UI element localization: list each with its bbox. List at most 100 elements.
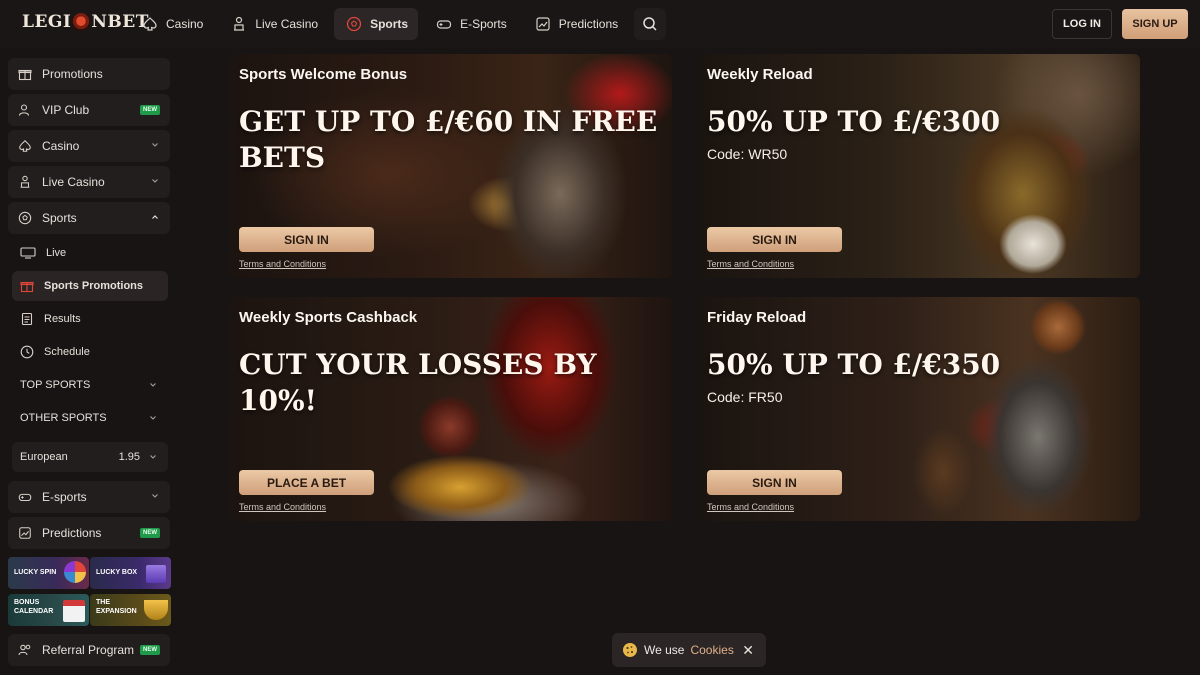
sidebar-item-label: Casino — [42, 139, 80, 153]
chart-icon — [19, 527, 31, 539]
new-badge: NEW — [140, 105, 160, 115]
promo-card-weekly-reload[interactable]: Weekly Reload 50% UP TO £/€300 Code: WR5… — [698, 54, 1140, 278]
terms-link[interactable]: Terms and Conditions — [707, 502, 794, 512]
sidebar-sub-label: Sports Promotions — [44, 280, 144, 292]
nav-live-casino-label: Live Casino — [255, 17, 319, 31]
spade-icon — [143, 17, 157, 31]
spade-icon — [19, 140, 31, 152]
sidebar-sub-label: Schedule — [44, 346, 90, 358]
dealer-icon — [20, 175, 30, 188]
nav-sports-label: Sports — [370, 17, 409, 31]
place-a-bet-button[interactable]: PLACE A BET — [239, 470, 374, 495]
sidebar-item-vip-club[interactable]: VIP Club NEW — [8, 94, 170, 126]
promo-card-headline: CUT YOUR LOSSES BY 10%! — [239, 348, 597, 417]
sidebar-item-label: Referral Program — [42, 643, 135, 657]
promo-code: Code: FR50 — [707, 389, 783, 405]
sidebar-item-esports[interactable]: E-sports — [8, 481, 170, 513]
sidebar-sub-schedule[interactable]: Schedule — [12, 337, 168, 367]
cookies-link[interactable]: Cookies — [690, 643, 733, 657]
sidebar-sub-label: Results — [44, 313, 81, 325]
sidebar-sub-live[interactable]: Live — [12, 238, 168, 268]
chevron-down-icon — [150, 383, 156, 387]
close-icon[interactable]: ✕ — [742, 642, 754, 659]
cookie-text: We use — [644, 643, 685, 657]
odds-format-label: European — [20, 451, 68, 463]
promo-card-weekly-sports-cashback[interactable]: Weekly Sports Cashback CUT YOUR LOSSES B… — [230, 297, 672, 521]
sidebar-item-promotions[interactable]: Promotions — [8, 58, 170, 90]
sidebar-item-label: Promotions — [42, 67, 103, 81]
the-expansion-tile[interactable]: THE EXPANSION — [90, 594, 171, 626]
terms-link[interactable]: Terms and Conditions — [707, 259, 794, 269]
chevron-down-icon — [152, 143, 158, 147]
search-button[interactable] — [634, 8, 667, 40]
sidebar-top-sports[interactable]: TOP SPORTS — [12, 370, 168, 400]
sidebar-item-sports[interactable]: Sports — [8, 202, 170, 234]
search-icon — [643, 17, 657, 31]
sidebar-item-casino[interactable]: Casino — [8, 130, 170, 162]
lucky-spin-tile[interactable]: LUCKY SPIN — [8, 557, 89, 589]
signup-button[interactable]: SIGN UP — [1122, 9, 1188, 39]
nav-esports-label: E-Sports — [460, 17, 507, 31]
promo-card-sports-welcome-bonus[interactable]: Sports Welcome Bonus GET UP TO £/€60 IN … — [230, 54, 672, 278]
sidebar-item-predictions[interactable]: Predictions NEW — [8, 517, 170, 549]
sidebar-item-label: Sports — [42, 211, 77, 225]
promo-card-headline: 50% UP TO £/€300 — [707, 105, 1001, 138]
sidebar-sub-label: Live — [46, 247, 67, 259]
login-button[interactable]: LOG IN — [1052, 9, 1112, 39]
promo-card-title: Sports Welcome Bonus — [239, 66, 408, 83]
live-tv-icon — [20, 247, 36, 259]
sign-in-button[interactable]: SIGN IN — [707, 470, 842, 495]
nav-sports[interactable]: Sports — [334, 8, 419, 40]
cookie-banner: We use Cookies ✕ — [612, 633, 766, 667]
sidebar-other-sports[interactable]: OTHER SPORTS — [12, 403, 168, 433]
logo-emblem-icon — [72, 13, 91, 31]
sidebar-sub-results[interactable]: Results — [12, 304, 168, 334]
new-badge: NEW — [140, 645, 160, 655]
sign-in-button[interactable]: SIGN IN — [239, 227, 374, 252]
sidebar-item-live-casino[interactable]: Live Casino — [8, 166, 170, 198]
users-icon — [18, 644, 31, 656]
chevron-down-icon — [150, 416, 156, 420]
promo-card-headline: 50% UP TO £/€350 — [707, 348, 1001, 381]
chevron-down-icon — [152, 179, 158, 183]
sidebar: Promotions VIP Club NEW Casino Live Casi… — [0, 48, 180, 675]
user-star-icon — [18, 104, 30, 116]
sidebar-item-label: Predictions — [42, 526, 102, 540]
chevron-up-icon — [152, 215, 158, 219]
promo-card-title: Weekly Reload — [707, 66, 813, 83]
chart-icon — [536, 17, 550, 31]
terms-link[interactable]: Terms and Conditions — [239, 259, 326, 269]
promo-code: Code: WR50 — [707, 146, 788, 162]
terms-link[interactable]: Terms and Conditions — [239, 502, 326, 512]
gift-box-icon — [146, 565, 166, 583]
nav-casino[interactable]: Casino — [130, 8, 213, 40]
promo-card-title: Weekly Sports Cashback — [239, 309, 418, 326]
sidebar-other-sports-label: OTHER SPORTS — [20, 412, 107, 424]
soccer-ball-icon — [18, 211, 32, 225]
gift-icon — [18, 69, 32, 81]
sidebar-sub-sports-promotions[interactable]: Sports Promotions — [12, 271, 168, 301]
soccer-ball-icon — [346, 16, 362, 32]
sign-in-button[interactable]: SIGN IN — [707, 227, 842, 252]
promo-card-title: Friday Reload — [707, 309, 807, 326]
lucky-box-tile[interactable]: LUCKY BOX — [90, 557, 171, 589]
bonus-calendar-tile[interactable]: BONUS CALENDAR — [8, 594, 89, 626]
cookie-icon — [623, 643, 637, 657]
calendar-icon — [63, 600, 85, 622]
clipboard-icon — [21, 312, 33, 326]
sidebar-top-sports-label: TOP SPORTS — [20, 379, 91, 391]
nav-casino-label: Casino — [166, 17, 204, 31]
top-header: LEGI NBET Casino Live Casino Sports E-Sp… — [0, 0, 1200, 48]
main-nav: Casino Live Casino Sports E-Sports Predi… — [130, 8, 667, 40]
promo-card-friday-reload[interactable]: Friday Reload 50% UP TO £/€350 Code: FR5… — [698, 297, 1140, 521]
gift-icon — [20, 281, 34, 293]
sidebar-item-referral-program[interactable]: Referral Program NEW — [8, 634, 170, 666]
nav-predictions[interactable]: Predictions — [523, 8, 628, 40]
clock-icon — [20, 345, 34, 359]
new-badge: NEW — [140, 528, 160, 538]
nav-esports[interactable]: E-Sports — [424, 8, 517, 40]
wheel-icon — [64, 561, 86, 583]
odds-format-select[interactable]: European 1.95 — [12, 442, 168, 472]
nav-live-casino[interactable]: Live Casino — [219, 8, 328, 40]
treasure-bowl-icon — [144, 600, 168, 620]
